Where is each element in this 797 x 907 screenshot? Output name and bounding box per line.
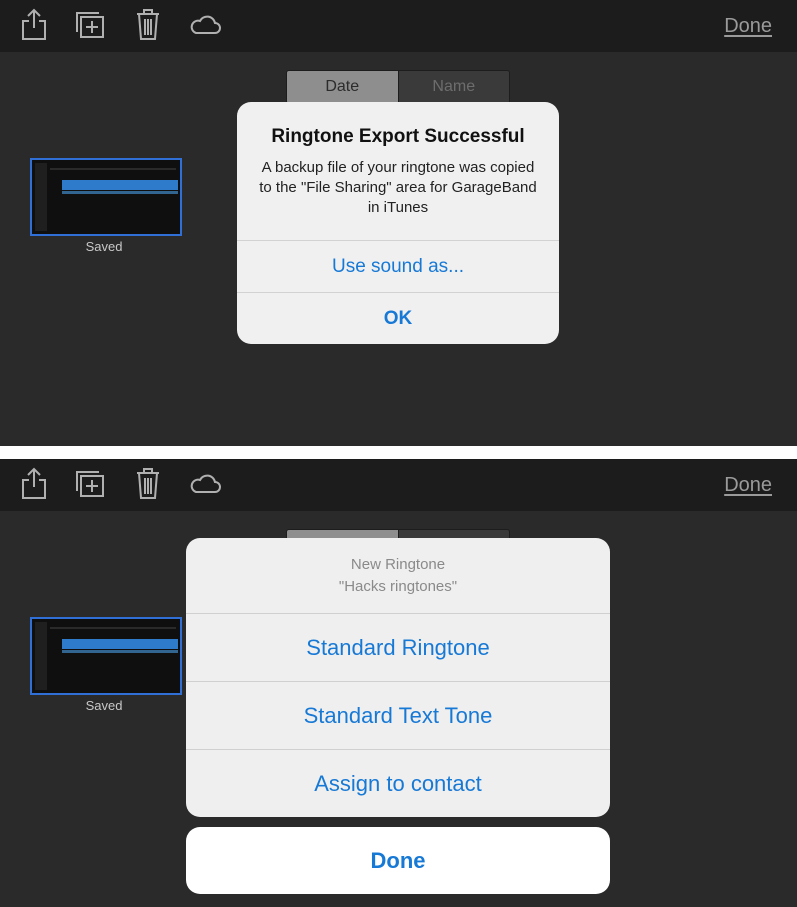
thumbnail-region (62, 639, 178, 649)
tab-date[interactable]: Date (287, 71, 398, 103)
done-button[interactable]: Done (724, 474, 772, 497)
project-label: Saved (85, 698, 123, 713)
assign-to-contact-button[interactable]: Assign to contact (186, 749, 610, 817)
thumbnail-ruler (50, 168, 176, 170)
share-icon[interactable] (16, 465, 52, 501)
screen-top: Done Date Name Saved Ringtone Export Suc… (0, 0, 797, 446)
alert-message: A backup file of your ringtone was copie… (259, 159, 537, 216)
cloud-icon[interactable] (187, 6, 223, 42)
toolbar: Done (0, 0, 797, 52)
project-thumbnail[interactable] (30, 158, 182, 236)
trash-icon[interactable] (130, 6, 166, 42)
thumbnail-track-rail (35, 163, 47, 231)
export-alert: Ringtone Export Successful A backup file… (237, 102, 559, 344)
share-icon[interactable] (16, 6, 52, 42)
project-thumbnail[interactable] (30, 617, 182, 695)
thumbnail-track-rail (35, 622, 47, 690)
toolbar: Done (0, 459, 797, 511)
ok-button[interactable]: OK (237, 292, 559, 344)
tab-name[interactable]: Name (397, 71, 509, 103)
done-button[interactable]: Done (724, 15, 772, 38)
standard-text-tone-button[interactable]: Standard Text Tone (186, 681, 610, 749)
thumbnail-waveform (62, 191, 178, 194)
action-sheet-done-button[interactable]: Done (186, 827, 610, 894)
alert-title: Ringtone Export Successful (271, 126, 525, 147)
ringtone-action-sheet: New Ringtone "Hacks ringtones" Standard … (186, 538, 610, 817)
project-label: Saved (85, 239, 123, 254)
thumbnail-region (62, 180, 178, 190)
screen-bottom: Done Saved New Ringtone "Hacks ringtones… (0, 459, 797, 907)
trash-icon[interactable] (130, 465, 166, 501)
standard-ringtone-button[interactable]: Standard Ringtone (186, 613, 610, 681)
use-sound-as-button[interactable]: Use sound as... (237, 240, 559, 292)
add-icon[interactable] (72, 6, 108, 42)
thumbnail-ruler (50, 627, 176, 629)
add-icon[interactable] (72, 465, 108, 501)
thumbnail-waveform (62, 650, 178, 653)
action-sheet-title: New Ringtone (350, 556, 446, 573)
action-sheet-header: New Ringtone "Hacks ringtones" (186, 538, 610, 613)
sort-segmented-control: Date Name (286, 70, 510, 104)
cloud-icon[interactable] (187, 465, 223, 501)
action-sheet-subtitle: "Hacks ringtones" (338, 578, 458, 595)
